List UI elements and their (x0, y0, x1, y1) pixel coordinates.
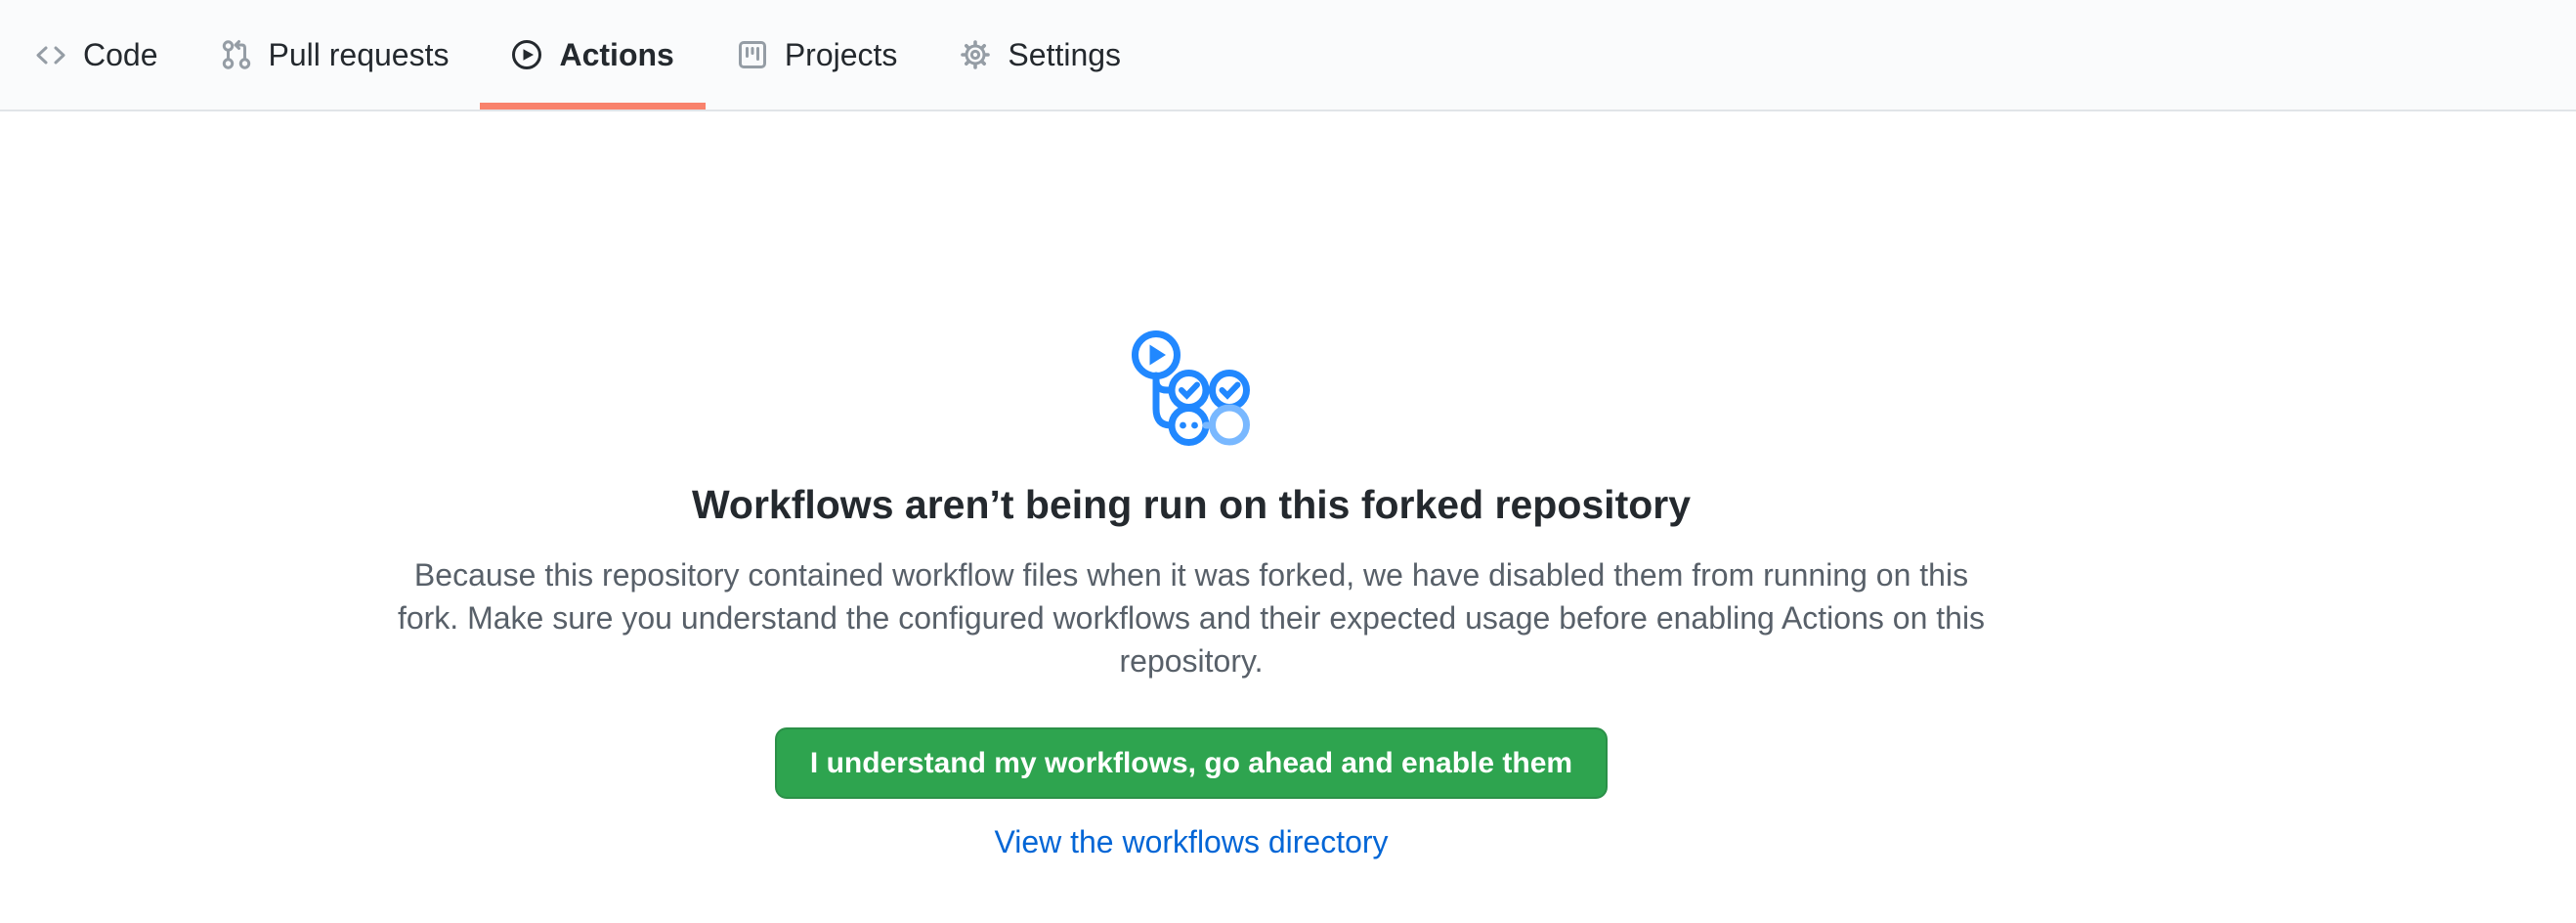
tab-label: Pull requests (269, 39, 450, 70)
tab-label: Settings (1008, 39, 1121, 70)
tab-actions[interactable]: Actions (480, 0, 705, 110)
git-pull-request-icon (221, 39, 252, 70)
tab-label: Code (83, 39, 158, 70)
view-workflows-directory-link[interactable]: View the workflows directory (994, 824, 1388, 860)
project-board-icon (737, 39, 768, 70)
workflow-icon (1131, 330, 1253, 446)
gear-icon (960, 39, 991, 70)
actions-blankslate: Workflows aren’t being run on this forke… (409, 111, 1973, 860)
tab-label: Actions (559, 39, 673, 70)
tab-code[interactable]: Code (4, 0, 190, 110)
tab-pull-requests[interactable]: Pull requests (190, 0, 481, 110)
play-circle-icon (511, 39, 542, 70)
tab-projects[interactable]: Projects (706, 0, 929, 110)
code-icon (35, 39, 66, 70)
tab-settings[interactable]: Settings (928, 0, 1152, 110)
repo-tab-nav: Code Pull requests Actions Projects (0, 0, 2576, 111)
blankslate-heading: Workflows aren’t being run on this forke… (692, 479, 1691, 530)
enable-workflows-button[interactable]: I understand my workflows, go ahead and … (775, 727, 1608, 799)
blankslate-description: Because this repository contained workfl… (390, 553, 1993, 682)
tab-label: Projects (785, 39, 898, 70)
